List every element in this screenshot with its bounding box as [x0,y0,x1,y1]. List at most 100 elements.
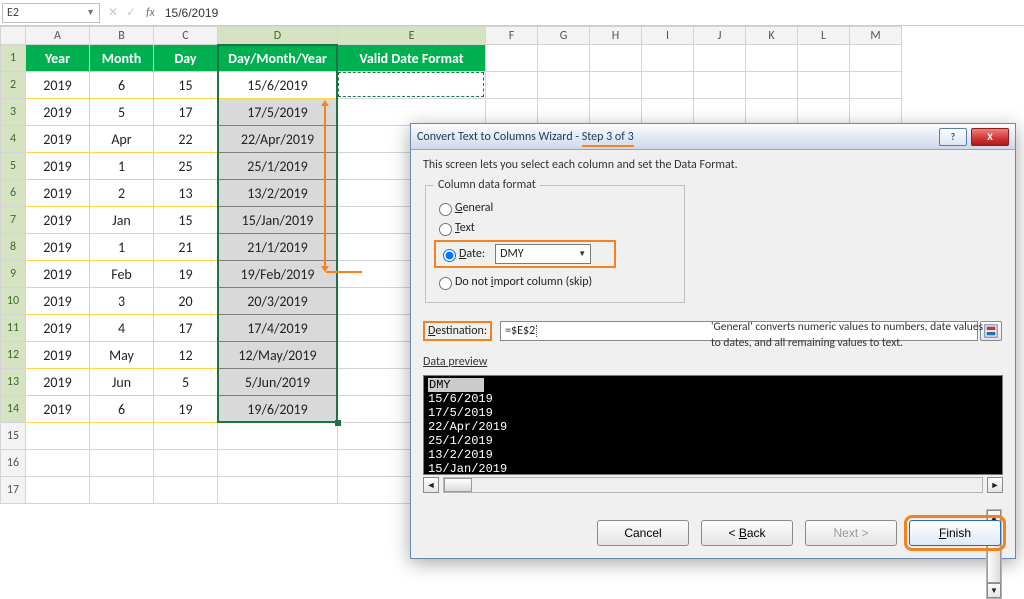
cell-A14[interactable]: 2019 [26,396,90,423]
cell-A11[interactable]: 2019 [26,315,90,342]
cell-F1[interactable] [486,45,538,72]
col-header-D[interactable]: D [218,27,338,45]
cell-B4[interactable]: Apr [90,126,154,153]
col-header-A[interactable]: A [26,27,90,45]
preview-horizontal-scrollbar[interactable]: ◄ ► [423,477,1003,493]
col-header-M[interactable]: M [850,27,902,45]
cell-D14[interactable]: 19/6/2019 [218,396,338,423]
cell-J2[interactable] [694,72,746,99]
date-order-combo[interactable]: DMY ▼ [495,244,591,264]
cell-M2[interactable] [850,72,902,99]
cell-B17[interactable] [90,477,154,504]
cell-A6[interactable]: 2019 [26,180,90,207]
cell-C4[interactable]: 22 [154,126,218,153]
cell-C17[interactable] [154,477,218,504]
cell-C8[interactable]: 21 [154,234,218,261]
cell-M3[interactable] [850,99,902,126]
row-header-14[interactable]: 14 [1,396,26,423]
scroll-down-button[interactable]: ▼ [987,583,1001,598]
cell-A3[interactable]: 2019 [26,99,90,126]
cell-A7[interactable]: 2019 [26,207,90,234]
cell-A2[interactable]: 2019 [26,72,90,99]
row-header-11[interactable]: 11 [1,315,26,342]
cell-B3[interactable]: 5 [90,99,154,126]
col-header-K[interactable]: K [746,27,798,45]
row-header-15[interactable]: 15 [1,423,26,450]
cell-A17[interactable] [26,477,90,504]
cell-D17[interactable] [218,477,338,504]
chevron-down-icon[interactable]: ▼ [86,7,95,18]
radio-date[interactable] [443,249,456,262]
cell-E1[interactable]: Valid Date Format [338,45,486,72]
cell-H3[interactable] [590,99,642,126]
cell-D10[interactable]: 20/3/2019 [218,288,338,315]
cell-C10[interactable]: 20 [154,288,218,315]
cell-A13[interactable]: 2019 [26,369,90,396]
cell-L2[interactable] [798,72,850,99]
cell-I1[interactable] [642,45,694,72]
cell-G1[interactable] [538,45,590,72]
cell-D6[interactable]: 13/2/2019 [218,180,338,207]
cell-A8[interactable]: 2019 [26,234,90,261]
row-header-9[interactable]: 9 [1,261,26,288]
cell-H2[interactable] [590,72,642,99]
cell-L1[interactable] [798,45,850,72]
cell-C12[interactable]: 12 [154,342,218,369]
cell-B13[interactable]: Jun [90,369,154,396]
select-all-corner[interactable] [1,27,26,45]
cell-J3[interactable] [694,99,746,126]
col-header-B[interactable]: B [90,27,154,45]
col-header-H[interactable]: H [590,27,642,45]
cell-D12[interactable]: 12/May/2019 [218,342,338,369]
cell-C5[interactable]: 25 [154,153,218,180]
close-button[interactable]: X [971,128,1009,146]
cell-I3[interactable] [642,99,694,126]
cancel-button[interactable]: Cancel [597,520,689,546]
col-header-I[interactable]: I [642,27,694,45]
cell-C7[interactable]: 15 [154,207,218,234]
col-header-E[interactable]: E [338,27,486,45]
cell-C9[interactable]: 19 [154,261,218,288]
cell-D13[interactable]: 5/Jun/2019 [218,369,338,396]
cell-C11[interactable]: 17 [154,315,218,342]
cell-B16[interactable] [90,450,154,477]
cell-B7[interactable]: Jan [90,207,154,234]
cell-C6[interactable]: 13 [154,180,218,207]
cell-C15[interactable] [154,423,218,450]
name-box[interactable]: E2 ▼ [2,3,100,23]
cell-B10[interactable]: 3 [90,288,154,315]
col-header-F[interactable]: F [486,27,538,45]
cell-B2[interactable]: 6 [90,72,154,99]
cell-A10[interactable]: 2019 [26,288,90,315]
cell-A9[interactable]: 2019 [26,261,90,288]
cell-H1[interactable] [590,45,642,72]
back-button[interactable]: < Back [701,520,793,546]
formula-input[interactable] [161,6,1024,20]
cell-G2[interactable] [538,72,590,99]
scroll-thumb[interactable] [444,478,472,492]
cell-K3[interactable] [746,99,798,126]
cell-D1[interactable]: Day/Month/Year [218,45,338,72]
cell-E3[interactable] [338,99,486,126]
finish-button[interactable]: Finish [909,520,1001,546]
cell-D8[interactable]: 21/1/2019 [218,234,338,261]
radio-text-row[interactable]: Text [434,218,676,238]
cell-C14[interactable]: 19 [154,396,218,423]
cell-A1[interactable]: Year [26,45,90,72]
cell-D11[interactable]: 17/4/2019 [218,315,338,342]
cell-J1[interactable] [694,45,746,72]
cell-K2[interactable] [746,72,798,99]
cell-B1[interactable]: Month [90,45,154,72]
cell-D3[interactable]: 17/5/2019 [218,99,338,126]
cell-B8[interactable]: 1 [90,234,154,261]
cell-I2[interactable] [642,72,694,99]
cell-D7[interactable]: 15/Jan/2019 [218,207,338,234]
help-button[interactable]: ? [939,128,967,146]
selection-handle[interactable] [335,420,341,426]
cell-E2[interactable] [338,72,486,99]
cell-C16[interactable] [154,450,218,477]
dialog-titlebar[interactable]: Convert Text to Columns Wizard - Step 3 … [411,124,1015,150]
radio-skip-row[interactable]: Do not import column (skip) [434,272,676,292]
cell-B9[interactable]: Feb [90,261,154,288]
row-header-8[interactable]: 8 [1,234,26,261]
